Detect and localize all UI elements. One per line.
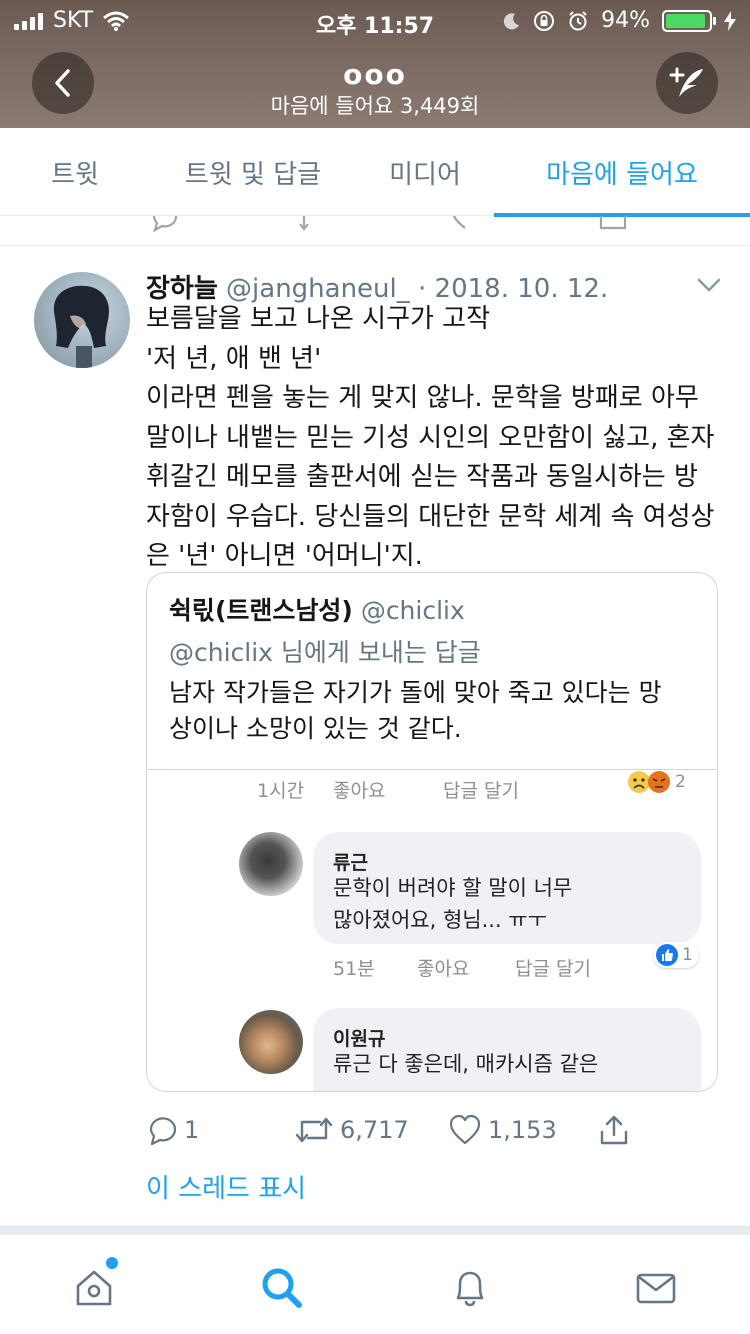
- battery-percent: 94%: [601, 8, 650, 33]
- profile-header: SKT 오후 11:57 94% ooo 마음에 들어요 3,449회: [0, 0, 750, 128]
- reply-button[interactable]: 1: [146, 1114, 199, 1146]
- charging-bolt-icon: [724, 10, 736, 31]
- messages-envelope-icon: [636, 1273, 676, 1304]
- tweet-separator: [0, 1226, 750, 1234]
- nav-home[interactable]: [64, 1257, 124, 1313]
- profile-tabs: 트윗 트윗 및 답글 미디어 마음에 들어요: [0, 128, 750, 217]
- angry-reaction-icon: [648, 771, 670, 793]
- fb-reply: 답글 달기: [515, 958, 591, 980]
- heart-icon: [452, 216, 466, 229]
- quoted-author-name: 쉭릯(트랜스남성): [169, 596, 353, 625]
- search-icon: [262, 1268, 302, 1308]
- tweet-text: 보름달을 보고 나온 시구가 고작 '저 년, 애 밴 년' 이라면 펜을 놓는…: [146, 300, 736, 577]
- share-button[interactable]: [598, 1114, 630, 1146]
- heart-icon: [449, 1114, 481, 1145]
- tab-label: 미디어: [389, 159, 461, 190]
- fb-like: 좋아요: [333, 780, 386, 802]
- fb-reactions: 2: [627, 770, 686, 794]
- tab-label: 트윗 및 답글: [184, 159, 322, 190]
- retweet-count: 6,717: [340, 1116, 409, 1144]
- tweet-line: 휘갈긴 메모를 출판서에 싣는 작품과 동일시하는 방: [146, 462, 698, 492]
- battery-icon: [662, 9, 716, 32]
- commenter-avatar: [239, 832, 303, 896]
- reply-count: 1: [184, 1116, 200, 1144]
- comment-text: 류근 다 좋은데, 매카시즘 같은: [333, 1048, 598, 1080]
- fb-time: 51분: [333, 958, 375, 980]
- moon-icon: [503, 12, 520, 29]
- previous-tweet-actions-clipped: [0, 216, 750, 246]
- tab-label: 마음에 들어요: [546, 159, 698, 190]
- comment-line: 많아졌어요, 형님... ㅠㅜ: [333, 908, 547, 932]
- thumbs-up-icon: [656, 944, 678, 966]
- commenter-name: 류근: [333, 852, 368, 874]
- tweet-line: 은 '년' 아니면 '어머니'지.: [146, 541, 423, 571]
- fb-time: 1시간: [257, 780, 305, 802]
- status-right: 94%: [503, 8, 736, 33]
- quoted-line: 남자 작가들은 자기가 돌에 맞아 죽고 있다는 망: [169, 678, 662, 707]
- chevron-down-icon[interactable]: [696, 276, 722, 294]
- nav-messages[interactable]: [626, 1263, 686, 1313]
- tweet-line: 보름달을 보고 나온 시구가 고작: [146, 304, 491, 334]
- tweet-actions: 1 6,717 1,153: [146, 1114, 646, 1154]
- tab-media[interactable]: 미디어: [356, 128, 494, 216]
- tweet-line: 말이나 내뱉는 믿는 기성 시인의 오만함이 싫고, 혼자: [146, 422, 715, 453]
- fb-reply: 답글 달기: [443, 780, 519, 802]
- retweet-icon: [295, 1117, 333, 1143]
- tab-tweets-and-replies[interactable]: 트윗 및 답글: [150, 128, 356, 216]
- tweet-line: 이라면 펜을 놓는 게 맞지 않나. 문학을 방패로 아무: [146, 383, 699, 413]
- tab-likes[interactable]: 마음에 들어요: [494, 128, 750, 217]
- home-icon: [76, 1270, 112, 1306]
- retweet-button[interactable]: 6,717: [294, 1114, 409, 1146]
- quoted-tweet-text: 남자 작가들은 자기가 돌에 맞아 죽고 있다는 망 상이나 소망이 있는 것 …: [169, 675, 699, 747]
- quoted-line: 상이나 소망이 있는 것 같다.: [169, 714, 462, 743]
- compose-tweet-button[interactable]: [656, 52, 718, 114]
- commenter-name: 이원규: [333, 1028, 386, 1050]
- fb-like: 좋아요: [417, 958, 470, 980]
- tweet-line: 자함이 우습다. 당신들의 대단한 문학 세계 속 여성상: [146, 501, 715, 532]
- bottom-nav: [0, 1234, 750, 1334]
- share-icon: [599, 216, 627, 230]
- quoted-tweet-header: 쉭릯(트랜스남성) @chiclix: [169, 591, 465, 627]
- tab-tweets[interactable]: 트윗: [0, 128, 150, 216]
- show-thread-link[interactable]: 이 스레드 표시: [146, 1168, 306, 1205]
- comment-icon: [152, 216, 178, 232]
- like-count: 1,153: [488, 1116, 557, 1144]
- fb-like-reaction: 1: [653, 942, 699, 968]
- profile-name: ooo: [343, 58, 407, 91]
- compose-feather-icon: [669, 67, 703, 97]
- tweet-line: '저 년, 애 밴 년': [146, 343, 322, 374]
- status-bar: SKT 오후 11:57 94%: [0, 0, 750, 40]
- comment-text: 문학이 버려야 할 말이 너무 많아졌어요, 형님... ㅠㅜ: [333, 872, 572, 936]
- nav-notifications[interactable]: [440, 1263, 500, 1313]
- quoted-tweet[interactable]: 쉭릯(트랜스남성) @chiclix @chiclix 님에게 보내는 답글 남…: [146, 572, 718, 1092]
- comment-line: 류근 다 좋은데, 매카시즘 같은: [333, 1052, 599, 1076]
- alarm-icon: [569, 10, 587, 30]
- fb-reaction-count: 2: [675, 772, 686, 792]
- retweet-icon: [299, 216, 309, 231]
- notifications-bell-icon: [456, 1271, 484, 1307]
- battery-fill: [666, 13, 706, 28]
- comment-line: 문학이 버려야 할 말이 너무: [333, 876, 573, 900]
- rotation-lock-icon: [534, 10, 555, 31]
- quoted-reply-to: @chiclix 님에게 보내는 답글: [169, 638, 481, 667]
- avatar-image: [53, 285, 110, 368]
- like-button[interactable]: 1,153: [448, 1114, 557, 1146]
- notification-dot: [106, 1257, 118, 1269]
- share-icon: [600, 1115, 628, 1145]
- author-avatar[interactable]: [34, 272, 130, 368]
- commenter-avatar: [239, 1010, 303, 1074]
- quoted-media-screenshot[interactable]: 1시간 좋아요 답글 달기 2 류근 문학이 버려야 할 말이 너무 많아졌어요…: [147, 769, 717, 1091]
- tab-label: 트윗: [51, 159, 99, 190]
- comment-icon: [149, 1117, 177, 1146]
- nav-search[interactable]: [252, 1263, 312, 1313]
- likes-count-subtitle: 마음에 들어요 3,449회: [270, 94, 480, 118]
- quoted-author-handle: @chiclix: [360, 596, 465, 625]
- fb-reaction-count: 1: [682, 945, 693, 965]
